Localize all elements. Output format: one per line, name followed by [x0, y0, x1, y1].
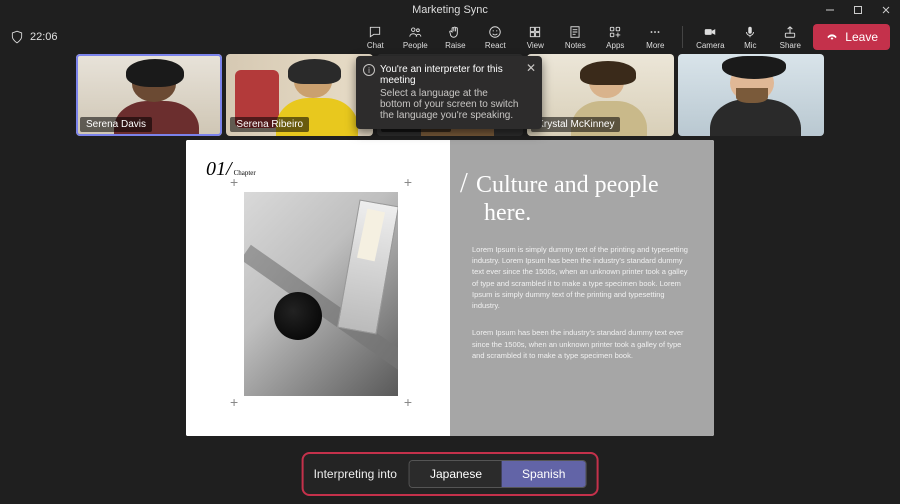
participant-name: Krystal McKinney [531, 117, 620, 132]
maximize-button[interactable] [844, 0, 872, 20]
interpreter-label: Interpreting into [314, 467, 397, 481]
tooltip-title: You're an interpreter for this meeting [380, 64, 520, 86]
participant-name: Serena Ribeiro [230, 117, 309, 132]
mic-button[interactable]: Mic [733, 21, 767, 53]
language-segmented-control: Japanese Spanish [409, 460, 586, 488]
camera-button[interactable]: Camera [693, 21, 727, 53]
react-button[interactable]: React [478, 21, 512, 53]
react-icon [488, 25, 502, 39]
info-icon: i [363, 64, 375, 76]
minimize-button[interactable] [816, 0, 844, 20]
slide-headline: /Culture and people here. [472, 168, 692, 228]
chat-button[interactable]: Chat [358, 21, 392, 53]
language-option-spanish[interactable]: Spanish [502, 461, 585, 487]
view-icon [528, 25, 542, 39]
meeting-timer: 22:06 [10, 30, 58, 44]
tooltip-body: Select a language at the bottom of your … [380, 88, 520, 121]
apps-icon [608, 25, 622, 39]
share-button[interactable]: Share [773, 21, 807, 53]
participant-tile[interactable]: Krystal McKinney [527, 54, 673, 136]
meeting-window: Marketing Sync 22:06 Chat People [0, 0, 900, 504]
notes-button[interactable]: Notes [558, 21, 592, 53]
interpreter-bar: Interpreting into Japanese Spanish [302, 452, 599, 496]
slide-right-panel: /Culture and people here. Lorem Ipsum is… [450, 140, 714, 436]
leave-button[interactable]: Leave [813, 24, 890, 50]
toolbar-separator [682, 26, 683, 48]
participant-tile[interactable]: Serena Ribeiro [226, 54, 372, 136]
slide-paragraph: Lorem Ipsum is simply dummy text of the … [472, 244, 692, 312]
apps-button[interactable]: Apps [598, 21, 632, 53]
tooltip-close-button[interactable]: ✕ [526, 61, 536, 75]
participant-tile[interactable] [678, 54, 824, 136]
shield-icon [10, 30, 24, 44]
presentation-stage: 01/Chapter + + + + /Culture and people h… [0, 136, 900, 504]
notes-icon [568, 25, 582, 39]
camera-icon [703, 25, 717, 39]
participant-tile[interactable]: Serena Davis [76, 54, 222, 136]
more-icon [648, 25, 662, 39]
raise-hand-icon [448, 25, 462, 39]
slide-paragraph: Lorem Ipsum has been the industry's stan… [472, 327, 692, 361]
shared-slide: 01/Chapter + + + + /Culture and people h… [186, 140, 714, 436]
people-icon [408, 25, 422, 39]
slide-left-panel: 01/Chapter + + + + [186, 140, 450, 436]
raise-hand-button[interactable]: Raise [438, 21, 472, 53]
participant-name: Serena Davis [80, 117, 152, 132]
view-button[interactable]: View [518, 21, 552, 53]
more-button[interactable]: More [638, 21, 672, 53]
slide-image-frame: + + + + [236, 184, 406, 404]
window-title: Marketing Sync [412, 4, 488, 16]
interpreter-tooltip: i ✕ You're an interpreter for this meeti… [356, 56, 542, 129]
close-button[interactable] [872, 0, 900, 20]
language-option-japanese[interactable]: Japanese [410, 461, 502, 487]
leave-icon [825, 30, 839, 44]
chat-icon [368, 25, 382, 39]
meeting-toolbar: 22:06 Chat People Raise React View Notes [0, 20, 900, 54]
share-icon [783, 25, 797, 39]
title-bar: Marketing Sync [0, 0, 900, 20]
mic-icon [743, 25, 757, 39]
people-button[interactable]: People [398, 21, 432, 53]
slide-image [244, 192, 398, 396]
